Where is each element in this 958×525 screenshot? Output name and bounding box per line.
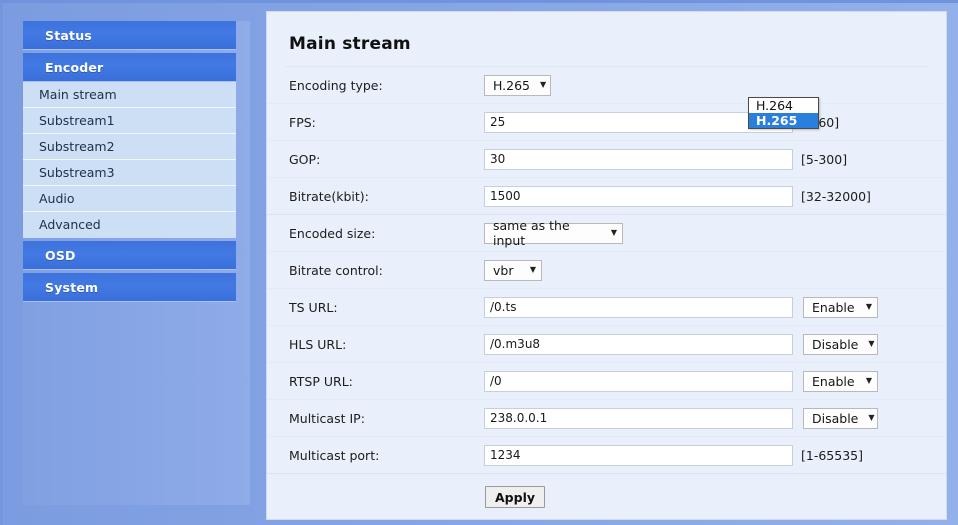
fps-input[interactable]: [484, 111, 793, 133]
row-bitrate-control: Bitrate control: vbr ▼: [267, 252, 946, 289]
apply-row: Apply: [267, 474, 946, 508]
fieldzone-encoding-type: H.265 ▼: [484, 74, 928, 96]
multicast-port-input[interactable]: [484, 444, 793, 466]
row-bitrate: Bitrate(kbit): [32-32000]: [267, 178, 946, 215]
multicast-ip-toggle-value: Disable: [812, 410, 859, 426]
sidebar: Status Encoder Main stream Substream1 Su…: [23, 21, 250, 505]
row-rtsp-url: RTSP URL: Enable ▼: [267, 363, 946, 400]
nav-group-osd: OSD: [23, 241, 236, 270]
fieldzone-gop: [5-300]: [484, 148, 928, 170]
sidebar-item-main-stream[interactable]: Main stream: [23, 82, 236, 108]
label-bitrate-control: Bitrate control:: [289, 262, 383, 278]
hls-url-toggle-select[interactable]: Disable ▼: [803, 333, 878, 355]
sidebar-item-substream1[interactable]: Substream1: [23, 108, 236, 134]
encoding-type-option-h265[interactable]: H.265: [749, 113, 818, 128]
fieldzone-hls-url: Disable ▼: [484, 333, 928, 355]
apply-button[interactable]: Apply: [485, 486, 546, 508]
nav-group-encoder: Encoder Main stream Substream1 Substream…: [23, 53, 236, 238]
nav-group-status: Status: [23, 21, 236, 50]
multicast-ip-input[interactable]: [484, 407, 793, 429]
chevron-down-icon: ▼: [868, 413, 875, 422]
fieldzone-rtsp-url: Enable ▼: [484, 370, 928, 392]
hint-multicast-port: [1-65535]: [801, 447, 863, 463]
row-gop: GOP: [5-300]: [267, 141, 946, 178]
main-stream-form: Encoding type: H.265 ▼ FPS: [5-60] GO: [267, 67, 946, 508]
fieldzone-bitrate-control: vbr ▼: [484, 259, 928, 281]
content-panel: Main stream Encoding type: H.265 ▼ FPS: …: [266, 11, 947, 520]
hls-url-input[interactable]: [484, 333, 793, 355]
label-rtsp-url: RTSP URL:: [289, 373, 353, 389]
hint-bitrate: [32-32000]: [801, 188, 871, 204]
row-encoding-type: Encoding type: H.265 ▼: [267, 67, 946, 104]
ts-url-toggle-value: Enable: [812, 299, 855, 315]
encoding-type-value: H.265: [493, 77, 531, 93]
chevron-down-icon: ▼: [865, 376, 872, 385]
row-hls-url: HLS URL: Disable ▼: [267, 326, 946, 363]
sidebar-item-status[interactable]: Status: [23, 21, 236, 50]
sidebar-item-audio[interactable]: Audio: [23, 186, 236, 212]
row-fps: FPS: [5-60]: [267, 104, 946, 141]
rtsp-url-toggle-select[interactable]: Enable ▼: [803, 370, 878, 392]
chevron-down-icon: ▼: [540, 80, 547, 89]
label-encoding-type: Encoding type:: [289, 77, 383, 93]
page-root: Status Encoder Main stream Substream1 Su…: [0, 0, 958, 525]
page-title: Main stream: [289, 34, 411, 54]
chevron-down-icon: ▼: [868, 339, 875, 348]
chevron-down-icon: ▼: [865, 302, 872, 311]
label-bitrate: Bitrate(kbit):: [289, 188, 369, 204]
fieldzone-multicast-ip: Disable ▼: [484, 407, 928, 429]
bitrate-control-select[interactable]: vbr ▼: [484, 259, 542, 281]
label-multicast-port: Multicast port:: [289, 447, 380, 463]
sidebar-item-substream3[interactable]: Substream3: [23, 160, 236, 186]
label-gop: GOP:: [289, 151, 321, 167]
label-multicast-ip: Multicast IP:: [289, 410, 365, 426]
nav-group-system: System: [23, 273, 236, 302]
hls-url-toggle-value: Disable: [812, 336, 859, 352]
row-multicast-ip: Multicast IP: Disable ▼: [267, 400, 946, 437]
hint-gop: [5-300]: [801, 151, 848, 167]
chevron-down-icon: ▼: [610, 228, 617, 237]
encoded-size-value: same as the input: [493, 218, 570, 248]
row-ts-url: TS URL: Enable ▼: [267, 289, 946, 326]
fieldzone-bitrate: [32-32000]: [484, 185, 928, 207]
fieldzone-encoded-size: same as the input ▼: [484, 218, 928, 248]
sidebar-item-osd[interactable]: OSD: [23, 241, 236, 270]
gop-input[interactable]: [484, 148, 793, 170]
encoding-type-dropdown-list[interactable]: H.264 H.265: [748, 97, 819, 129]
ts-url-input[interactable]: [484, 296, 793, 318]
row-multicast-port: Multicast port: [1-65535]: [267, 437, 946, 474]
sidebar-item-encoder[interactable]: Encoder: [23, 53, 236, 82]
encoding-type-select[interactable]: H.265 ▼: [484, 74, 551, 96]
label-hls-url: HLS URL:: [289, 336, 347, 352]
bitrate-input[interactable]: [484, 185, 793, 207]
fieldzone-multicast-port: [1-65535]: [484, 444, 928, 466]
chevron-down-icon: ▼: [529, 265, 536, 274]
fieldzone-fps: [5-60]: [484, 111, 928, 133]
sidebar-item-advanced[interactable]: Advanced: [23, 212, 236, 238]
encoding-type-option-h264[interactable]: H.264: [749, 98, 818, 113]
encoded-size-select[interactable]: same as the input ▼: [484, 218, 623, 248]
rtsp-url-toggle-value: Enable: [812, 373, 855, 389]
label-ts-url: TS URL:: [289, 299, 338, 315]
rtsp-url-input[interactable]: [484, 370, 793, 392]
multicast-ip-toggle-select[interactable]: Disable ▼: [803, 407, 878, 429]
ts-url-toggle-select[interactable]: Enable ▼: [803, 296, 878, 318]
label-encoded-size: Encoded size:: [289, 225, 376, 241]
label-fps: FPS:: [289, 114, 316, 130]
row-encoded-size: Encoded size: same as the input ▼: [267, 215, 946, 252]
sidebar-item-system[interactable]: System: [23, 273, 236, 302]
sidebar-item-substream2[interactable]: Substream2: [23, 134, 236, 160]
fieldzone-ts-url: Enable ▼: [484, 296, 928, 318]
bitrate-control-value: vbr: [493, 262, 514, 278]
